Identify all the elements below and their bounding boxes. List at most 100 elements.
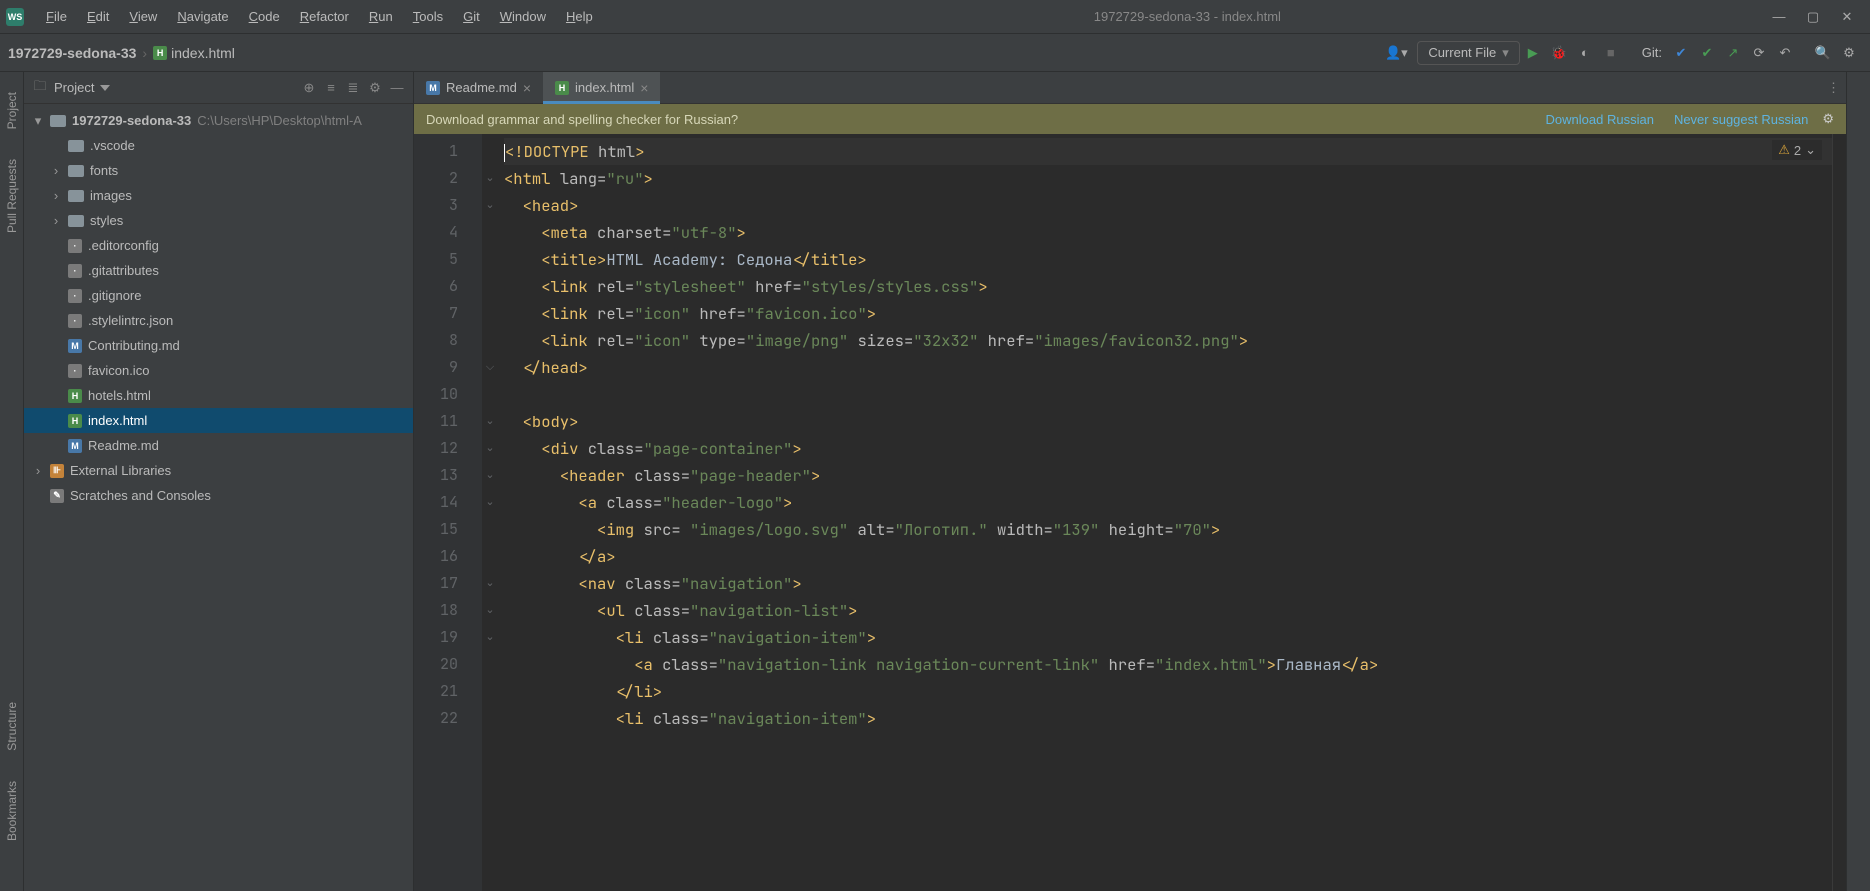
app-icon: WS	[6, 8, 24, 26]
search-icon[interactable]: 🔍	[1810, 40, 1836, 66]
menu-code[interactable]: Code	[239, 5, 290, 28]
warning-icon: ⚠	[1778, 142, 1790, 158]
tabs-more-icon[interactable]: ⋮	[1827, 80, 1846, 96]
expand-all-icon[interactable]: ≡	[323, 80, 339, 96]
run-icon[interactable]: ▶	[1520, 40, 1546, 66]
menu-tools[interactable]: Tools	[403, 5, 453, 28]
breadcrumb-project[interactable]: 1972729-sedona-33	[8, 45, 136, 61]
menu-refactor[interactable]: Refactor	[290, 5, 359, 28]
collapse-all-icon[interactable]: ≣	[345, 80, 361, 96]
tab-label: Readme.md	[446, 80, 517, 95]
project-view-icon: 🗀	[32, 80, 48, 96]
menu-window[interactable]: Window	[490, 5, 556, 28]
hide-panel-icon[interactable]: —	[389, 80, 405, 96]
html-file-icon: H	[153, 46, 167, 60]
tree-file-indexhtml[interactable]: Hindex.html	[24, 408, 413, 433]
menu-help[interactable]: Help	[556, 5, 603, 28]
settings-icon[interactable]: ⚙	[1836, 40, 1862, 66]
right-tool-rail	[1846, 72, 1870, 891]
inspections-widget[interactable]: ⚠ 2 ⌄	[1772, 140, 1822, 160]
tree-folder-fonts[interactable]: ›fonts	[24, 158, 413, 183]
tree-scratches[interactable]: ✎Scratches and Consoles	[24, 483, 413, 508]
breadcrumb-project-label: 1972729-sedona-33	[8, 45, 136, 61]
project-tree[interactable]: ▾1972729-sedona-33 C:\Users\HP\Desktop\h…	[24, 104, 413, 891]
editor-tabs: MReadme.md×Hindex.html×⋮	[414, 72, 1846, 104]
tree-folder-vscode[interactable]: .vscode	[24, 133, 413, 158]
editor: MReadme.md×Hindex.html×⋮ Download gramma…	[414, 72, 1846, 891]
run-config-selector[interactable]: Current File ▾	[1417, 41, 1519, 65]
md-file-icon: M	[426, 81, 440, 95]
banner-never-link[interactable]: Never suggest Russian	[1674, 112, 1808, 127]
project-panel-title: Project	[54, 80, 94, 95]
code-content[interactable]: <!DOCTYPE html><html lang="ru"> <head> <…	[498, 134, 1832, 891]
left-tool-rail: Project Pull Requests Structure Bookmark…	[0, 72, 24, 891]
chevron-down-icon: ⌄	[1805, 142, 1816, 158]
tree-file-Readmemd[interactable]: MReadme.md	[24, 433, 413, 458]
project-panel-header: 🗀 Project ⊕ ≡ ≣ ⚙ —	[24, 72, 413, 104]
chevron-down-icon[interactable]	[100, 85, 110, 91]
project-panel: 🗀 Project ⊕ ≡ ≣ ⚙ — ▾1972729-sedona-33 C…	[24, 72, 414, 891]
banner-download-link[interactable]: Download Russian	[1546, 112, 1654, 127]
fold-gutter[interactable]: ⌄⌄⌵⌄⌄⌄⌄⌄⌄⌄	[482, 134, 498, 891]
tab-close-icon[interactable]: ×	[640, 80, 648, 96]
rail-project[interactable]: Project	[5, 92, 19, 129]
tree-folder-styles[interactable]: ›styles	[24, 208, 413, 233]
menu-file[interactable]: File	[36, 5, 77, 28]
user-icon[interactable]: 👤▾	[1383, 40, 1409, 66]
window-controls: — ▢ ✕	[1772, 10, 1864, 24]
toolbar: 1972729-sedona-33 › H index.html 👤▾ Curr…	[0, 34, 1870, 72]
tree-file-Contributingmd[interactable]: MContributing.md	[24, 333, 413, 358]
select-opened-file-icon[interactable]: ⊕	[301, 80, 317, 96]
chevron-right-icon: ›	[142, 45, 147, 61]
tree-file-faviconico[interactable]: ·favicon.ico	[24, 358, 413, 383]
notification-banner: Download grammar and spelling checker fo…	[414, 104, 1846, 134]
tree-file-editorconfig[interactable]: ·.editorconfig	[24, 233, 413, 258]
tree-folder-images[interactable]: ›images	[24, 183, 413, 208]
rollback-icon[interactable]: ↶	[1772, 40, 1798, 66]
tree-file-gitattributes[interactable]: ·.gitattributes	[24, 258, 413, 283]
tab-close-icon[interactable]: ×	[523, 80, 531, 96]
chevron-down-icon: ▾	[1502, 45, 1509, 61]
line-number-gutter[interactable]: 12345678910111213141516171819202122	[414, 134, 482, 891]
coverage-icon[interactable]: ◐	[1572, 40, 1598, 66]
maximize-icon[interactable]: ▢	[1806, 10, 1820, 24]
menu-run[interactable]: Run	[359, 5, 403, 28]
panel-settings-icon[interactable]: ⚙	[367, 80, 383, 96]
rail-pull-requests[interactable]: Pull Requests	[5, 159, 19, 233]
menu-view[interactable]: View	[119, 5, 167, 28]
menu-edit[interactable]: Edit	[77, 5, 119, 28]
menu-git[interactable]: Git	[453, 5, 490, 28]
tab-readme-md[interactable]: M Readme.md ×	[414, 72, 543, 103]
git-commit-icon[interactable]: ✔	[1694, 40, 1720, 66]
menu-bar: WS FileEditViewNavigateCodeRefactorRunTo…	[0, 0, 1870, 34]
menu-items: FileEditViewNavigateCodeRefactorRunTools…	[36, 5, 603, 28]
window-title: 1972729-sedona-33 - index.html	[603, 9, 1772, 24]
banner-settings-icon[interactable]: ⚙	[1822, 111, 1834, 127]
close-icon[interactable]: ✕	[1840, 10, 1854, 24]
breadcrumb-file[interactable]: H index.html	[153, 45, 235, 61]
warning-count: 2	[1794, 143, 1801, 158]
code-area[interactable]: 12345678910111213141516171819202122 ⌄⌄⌵⌄…	[414, 134, 1846, 891]
minimize-icon[interactable]: —	[1772, 10, 1786, 24]
history-icon[interactable]: ⟳	[1746, 40, 1772, 66]
main-area: Project Pull Requests Structure Bookmark…	[0, 72, 1870, 891]
tab-label: index.html	[575, 80, 634, 95]
git-push-icon[interactable]: ↗	[1720, 40, 1746, 66]
menu-navigate[interactable]: Navigate	[167, 5, 238, 28]
tree-file-hotelshtml[interactable]: Hhotels.html	[24, 383, 413, 408]
rail-bookmarks[interactable]: Bookmarks	[5, 781, 19, 841]
breadcrumb-file-label: index.html	[171, 45, 235, 61]
rail-structure[interactable]: Structure	[5, 702, 19, 751]
tree-external-libraries[interactable]: ›⊪External Libraries	[24, 458, 413, 483]
tree-root[interactable]: ▾1972729-sedona-33 C:\Users\HP\Desktop\h…	[24, 108, 413, 133]
git-update-icon[interactable]: ✔	[1668, 40, 1694, 66]
run-config-label: Current File	[1428, 45, 1496, 60]
git-label: Git:	[1642, 45, 1662, 60]
debug-icon[interactable]: 🐞	[1546, 40, 1572, 66]
tree-file-stylelintrcjson[interactable]: ·.stylelintrc.json	[24, 308, 413, 333]
error-stripe[interactable]	[1832, 134, 1846, 891]
banner-text: Download grammar and spelling checker fo…	[426, 112, 738, 127]
tree-file-gitignore[interactable]: ·.gitignore	[24, 283, 413, 308]
tab-index-html[interactable]: Hindex.html×	[543, 72, 660, 103]
stop-icon[interactable]: ■	[1598, 40, 1624, 66]
